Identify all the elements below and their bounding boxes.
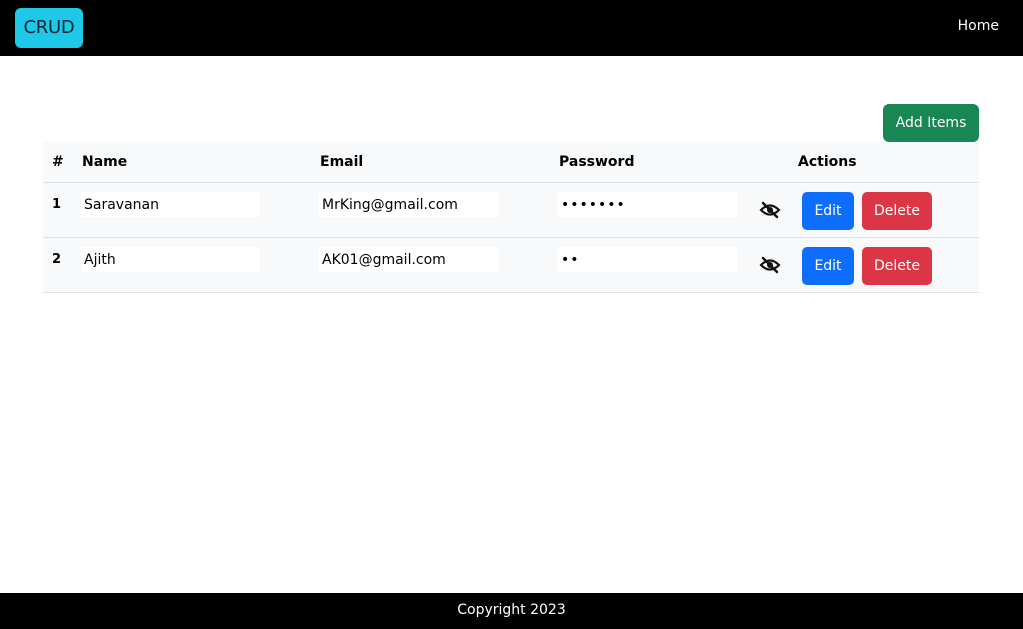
header-number: # [52, 154, 64, 170]
row-number: 1 [52, 197, 62, 212]
email-input[interactable] [319, 192, 498, 217]
table-header: # Name Email Password Actions [43, 142, 979, 183]
edit-button[interactable]: Edit [802, 192, 854, 230]
footer: Copyright 2023 [0, 593, 1023, 629]
password-input[interactable] [558, 247, 737, 272]
name-input[interactable] [81, 192, 260, 217]
email-input[interactable] [319, 247, 498, 272]
name-input[interactable] [81, 247, 260, 272]
brand-logo[interactable]: CRUD [15, 8, 83, 48]
table-row: 1 Edit Delete [43, 183, 979, 238]
row-number: 2 [52, 252, 62, 267]
nav-home-link[interactable]: Home [958, 18, 999, 34]
header-email: Email [320, 154, 364, 170]
header-name: Name [82, 154, 128, 170]
password-input[interactable] [558, 192, 737, 217]
delete-button[interactable]: Delete [862, 247, 932, 285]
copyright-text: Copyright 2023 [457, 602, 566, 618]
table-row: 2 Edit Delete [43, 238, 979, 293]
header-actions: Actions [798, 154, 857, 170]
eye-slash-icon[interactable] [759, 200, 781, 220]
edit-button[interactable]: Edit [802, 247, 854, 285]
add-items-button[interactable]: Add Items [883, 104, 979, 142]
delete-button[interactable]: Delete [862, 192, 932, 230]
navbar: CRUD Home [0, 0, 1023, 56]
eye-slash-icon[interactable] [759, 255, 781, 275]
header-password: Password [559, 154, 635, 170]
